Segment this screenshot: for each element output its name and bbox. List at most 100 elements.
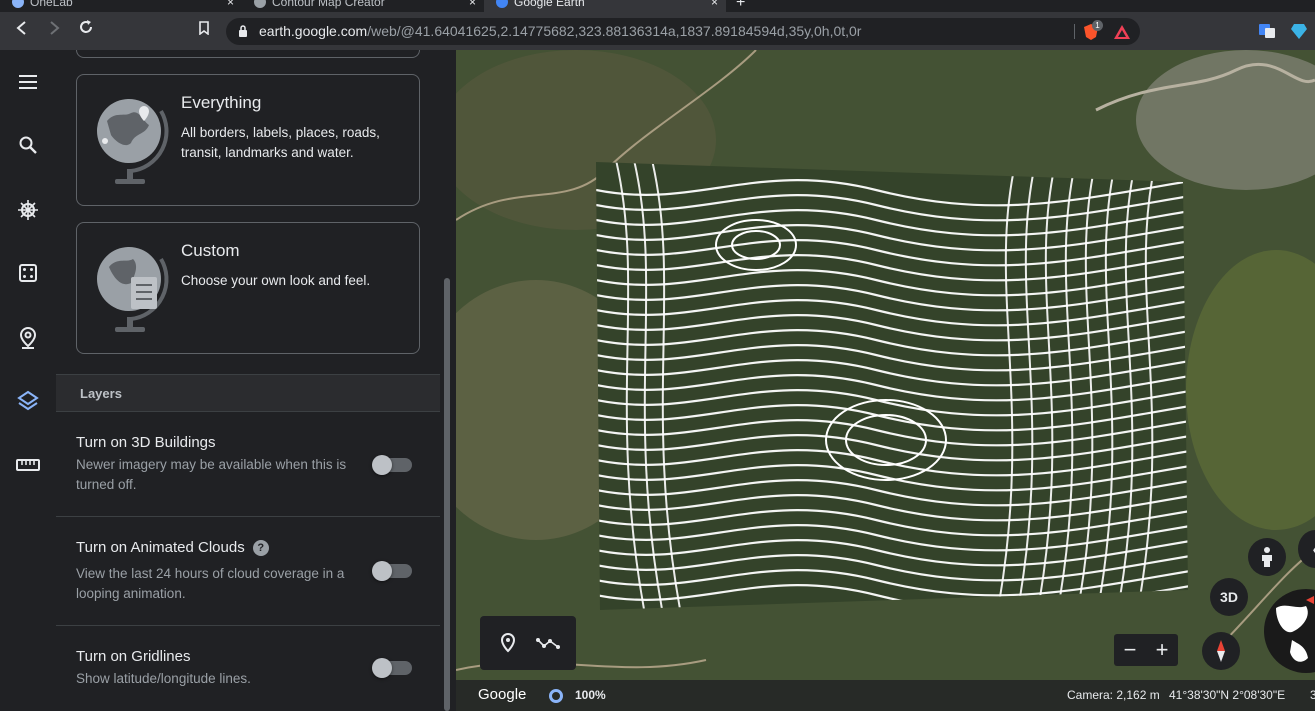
map-draw-tools bbox=[480, 616, 576, 670]
brave-rewards-icon[interactable] bbox=[1113, 23, 1131, 41]
layer-description: View the last 24 hours of cloud coverage… bbox=[76, 566, 345, 601]
card-title: Everything bbox=[181, 93, 262, 112]
map-style-custom-card[interactable]: Custom Choose your own look and feel. bbox=[76, 222, 420, 354]
earth-map-view[interactable]: ‹ 3D − + Google 100% Camera: 2,162 m 41°… bbox=[456, 50, 1315, 711]
measure-button[interactable] bbox=[14, 451, 42, 479]
map-status-bar: Google 100% Camera: 2,162 m 41°38'30"N 2… bbox=[456, 680, 1315, 711]
earth-nav-rail bbox=[0, 50, 56, 711]
projects-button[interactable] bbox=[14, 324, 42, 352]
map-style-button[interactable] bbox=[14, 387, 42, 415]
placemark-icon bbox=[500, 633, 516, 653]
globe-everything-icon bbox=[97, 99, 169, 184]
voyager-button[interactable] bbox=[14, 196, 42, 224]
zoom-out-button[interactable]: − bbox=[1114, 636, 1146, 664]
globe-minimap-icon[interactable] bbox=[1262, 588, 1315, 674]
gridlines-toggle[interactable] bbox=[372, 658, 412, 678]
map-style-everything-card[interactable]: Everything All borders, labels, places, … bbox=[76, 74, 420, 206]
forward-button[interactable] bbox=[42, 19, 66, 43]
tab-onelab[interactable]: OneLab × bbox=[0, 0, 242, 12]
search-button[interactable] bbox=[14, 131, 42, 159]
tab-contour-map-creator[interactable]: Contour Map Creator × bbox=[242, 0, 484, 12]
layer-title: Turn on Animated Clouds? bbox=[76, 539, 269, 556]
reload-icon bbox=[80, 20, 92, 33]
layer-title-text: Turn on 3D Buildings bbox=[76, 434, 216, 451]
toggle-knob bbox=[372, 455, 392, 475]
browser-tab-strip: OneLab × Contour Map Creator × Google Ea… bbox=[0, 0, 1315, 12]
load-percent: 100% bbox=[575, 688, 606, 702]
path-icon bbox=[536, 638, 560, 649]
toggle-3d-label: 3D bbox=[1220, 589, 1238, 605]
translate-icon[interactable] bbox=[1258, 22, 1276, 40]
new-tab-button[interactable]: + bbox=[736, 0, 745, 12]
omnibox-divider bbox=[1074, 24, 1075, 39]
tab-favicon-icon bbox=[12, 0, 24, 8]
feeling-lucky-button[interactable] bbox=[14, 259, 42, 287]
help-icon[interactable]: ? bbox=[252, 539, 269, 556]
map-style-card-partial[interactable] bbox=[76, 50, 420, 58]
layers-icon bbox=[17, 390, 39, 411]
extension-icon[interactable] bbox=[1290, 22, 1308, 40]
url-path: /web/@41.64041625,2.14775682,323.8813631… bbox=[367, 23, 862, 39]
map-pin-icon bbox=[19, 326, 37, 349]
ship-wheel-icon bbox=[18, 200, 38, 220]
cursor-coordinates: 41°38'30"N 2°08'30"E bbox=[1169, 688, 1286, 702]
layer-row-animated-clouds[interactable]: Turn on Animated Clouds? View the last 2… bbox=[56, 517, 440, 626]
zoom-controls: − + bbox=[1114, 634, 1178, 666]
close-icon[interactable]: × bbox=[711, 0, 718, 12]
toggle-3d-button[interactable]: 3D bbox=[1210, 578, 1248, 616]
layer-title: Turn on Gridlines bbox=[76, 648, 191, 665]
tab-label: Contour Map Creator bbox=[272, 0, 385, 9]
close-icon[interactable]: × bbox=[227, 0, 234, 12]
coordinates-overflow: 3 bbox=[1310, 688, 1315, 702]
zoom-in-button[interactable]: + bbox=[1146, 636, 1178, 664]
url-text[interactable]: earth.google.com/web/@41.64041625,2.1477… bbox=[259, 18, 861, 45]
camera-altitude: Camera: 2,162 m bbox=[1067, 688, 1160, 702]
tab-label: OneLab bbox=[30, 0, 73, 9]
toggle-knob bbox=[372, 561, 392, 581]
bookmark-button[interactable] bbox=[192, 19, 216, 43]
card-description: Choose your own look and feel. bbox=[181, 273, 371, 288]
back-icon bbox=[16, 21, 26, 35]
card-description: All borders, labels, places, roads, tran… bbox=[181, 125, 380, 160]
layer-title-text: Turn on Animated Clouds bbox=[76, 539, 245, 556]
url-host: earth.google.com bbox=[259, 23, 368, 39]
back-button[interactable] bbox=[10, 19, 34, 43]
menu-icon bbox=[19, 75, 37, 89]
layer-description: Show latitude/longitude lines. bbox=[76, 671, 251, 686]
layer-title: Turn on 3D Buildings bbox=[76, 434, 216, 451]
animated-clouds-toggle[interactable] bbox=[372, 561, 412, 581]
ruler-icon bbox=[16, 459, 40, 471]
menu-button[interactable] bbox=[14, 68, 42, 96]
satellite-imagery bbox=[456, 50, 1315, 711]
brave-badge: 1 bbox=[1092, 20, 1103, 31]
map-style-panel: Everything All borders, labels, places, … bbox=[56, 50, 456, 711]
compass-button[interactable] bbox=[1202, 632, 1240, 670]
layers-heading: Layers bbox=[80, 386, 122, 401]
lock-icon bbox=[239, 25, 247, 37]
globe-custom-icon bbox=[97, 247, 169, 332]
browser-toolbar: earth.google.com/web/@41.64041625,2.1477… bbox=[0, 12, 1315, 50]
toggle-knob bbox=[372, 658, 392, 678]
pegman-icon bbox=[1262, 547, 1272, 567]
address-bar[interactable]: earth.google.com/web/@41.64041625,2.1477… bbox=[226, 18, 1140, 45]
add-placemark-button[interactable] bbox=[494, 629, 522, 657]
3d-buildings-toggle[interactable] bbox=[372, 455, 412, 475]
draw-path-button[interactable] bbox=[534, 629, 562, 657]
close-icon[interactable]: × bbox=[469, 0, 476, 12]
card-title: Custom bbox=[181, 241, 240, 260]
search-icon bbox=[19, 136, 37, 154]
google-logo: Google bbox=[478, 686, 527, 703]
street-view-button[interactable] bbox=[1248, 538, 1286, 576]
layers-section-header: Layers bbox=[56, 374, 440, 412]
tab-favicon-icon bbox=[254, 0, 266, 8]
panel-scrollbar[interactable] bbox=[444, 278, 450, 711]
tab-google-earth[interactable]: Google Earth × bbox=[484, 0, 726, 12]
contour-overlay bbox=[596, 162, 1188, 610]
layer-description: Newer imagery may be available when this… bbox=[76, 457, 347, 492]
compass-needle-icon bbox=[1217, 640, 1225, 662]
layer-row-3d-buildings[interactable]: Turn on 3D Buildings Newer imagery may b… bbox=[56, 412, 440, 517]
layer-row-gridlines[interactable]: Turn on Gridlines Show latitude/longitud… bbox=[56, 626, 440, 711]
layer-title-text: Turn on Gridlines bbox=[76, 648, 191, 665]
reload-button[interactable] bbox=[74, 19, 98, 43]
forward-icon bbox=[50, 21, 60, 35]
